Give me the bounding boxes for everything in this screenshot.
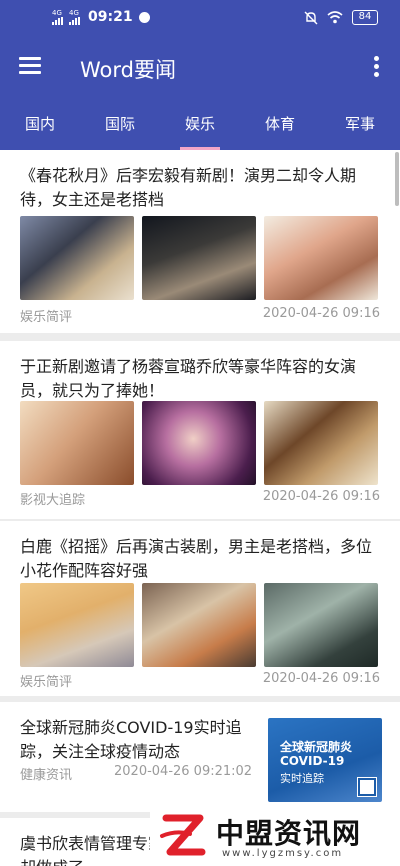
covid-tracker-thumbnail[interactable]: 全球新冠肺炎 COVID-19 实时追踪 — [268, 718, 382, 802]
thumbnail-text: COVID-19 — [280, 754, 345, 768]
news-feed[interactable]: 《春花秋月》后李宏毅有新剧！演男二却令人期待，女主还是老搭档 娱乐简评 2020… — [0, 150, 400, 866]
news-time: 2020-04-26 09:21:02 — [114, 764, 253, 779]
news-title[interactable]: 全球新冠肺炎COVID-19实时追踪，关注全球疫情动态 — [20, 716, 252, 764]
tab-sports[interactable]: 体育 — [240, 98, 320, 150]
watermark-title: 中盟资讯网 — [216, 817, 362, 850]
news-thumbnail[interactable] — [20, 401, 134, 485]
thumbnail-text: 实时追踪 — [280, 772, 324, 785]
news-title[interactable]: 白鹿《招摇》后再演古装剧，男主是老搭档，多位小花作配阵容好强 — [20, 535, 382, 583]
battery-indicator: 84 — [352, 10, 378, 25]
thumbnail-row — [20, 583, 378, 667]
thumbnail-row — [20, 401, 378, 485]
news-title[interactable]: 《春花秋月》后李宏毅有新剧！演男二却令人期待，女主还是老搭档 — [20, 164, 382, 212]
news-card[interactable]: 全球新冠肺炎COVID-19实时追踪，关注全球疫情动态 健康资讯 2020-04… — [0, 702, 400, 812]
scrollbar[interactable] — [395, 152, 399, 206]
news-thumbnail[interactable] — [142, 583, 256, 667]
qr-code-icon — [357, 777, 377, 797]
news-thumbnail[interactable] — [142, 401, 256, 485]
news-time: 2020-04-26 09:16 — [262, 306, 380, 321]
site-watermark: 中盟资讯网 www.lygzmsy.com — [150, 804, 400, 866]
tab-military[interactable]: 军事 — [320, 98, 400, 150]
signal-icon-2: 4G — [69, 8, 80, 25]
app-bar: Word要闻 — [0, 36, 400, 98]
watermark-url: www.lygzmsy.com — [222, 848, 344, 859]
network-label-2: 4G — [69, 8, 79, 17]
watermark-logo — [160, 814, 206, 856]
thumbnail-text: 全球新冠肺炎 — [280, 740, 353, 754]
signal-icon-1: 4G — [52, 8, 63, 25]
news-thumbnail[interactable] — [264, 216, 378, 300]
news-thumbnail[interactable] — [264, 583, 378, 667]
news-source: 影视大追踪 — [20, 493, 86, 508]
news-source: 健康资讯 — [20, 768, 73, 783]
status-time: 09:21 — [88, 9, 133, 25]
tab-entertainment[interactable]: 娱乐 — [160, 98, 240, 150]
news-thumbnail[interactable] — [264, 401, 378, 485]
status-left: 4G 4G 09:21 — [52, 9, 150, 25]
news-source: 娱乐简评 — [20, 675, 73, 690]
mute-bell-icon — [304, 11, 318, 24]
news-card[interactable]: 《春花秋月》后李宏毅有新剧！演男二却令人期待，女主还是老搭档 娱乐简评 2020… — [0, 150, 400, 333]
network-label-1: 4G — [52, 8, 62, 17]
category-tabs: 国内 国际 娱乐 体育 军事 — [0, 98, 400, 150]
wifi-icon — [327, 11, 343, 24]
news-time: 2020-04-26 09:16 — [262, 671, 380, 686]
news-title[interactable]: 于正新剧邀请了杨蓉宣璐乔欣等豪华阵容的女演员，就只为了捧她！ — [20, 355, 382, 403]
tab-domestic[interactable]: 国内 — [0, 98, 80, 150]
hamburger-menu-icon[interactable] — [19, 57, 41, 75]
app-title: Word要闻 — [80, 58, 176, 82]
tab-international[interactable]: 国际 — [80, 98, 160, 150]
news-card[interactable]: 于正新剧邀请了杨蓉宣璐乔欣等豪华阵容的女演员，就只为了捧她！ 影视大追踪 202… — [0, 341, 400, 519]
news-thumbnail[interactable] — [20, 216, 134, 300]
news-card[interactable]: 白鹿《招摇》后再演古装剧，男主是老搭档，多位小花作配阵容好强 娱乐简评 2020… — [0, 521, 400, 696]
news-time: 2020-04-26 09:16 — [262, 489, 380, 504]
news-thumbnail[interactable] — [142, 216, 256, 300]
thumbnail-row — [20, 216, 378, 300]
news-source: 娱乐简评 — [20, 310, 73, 325]
news-thumbnail[interactable] — [20, 583, 134, 667]
status-bar: 4G 4G 09:21 84 — [0, 0, 400, 36]
status-right: 84 — [304, 10, 378, 25]
notification-icon — [138, 11, 150, 23]
more-options-icon[interactable] — [372, 56, 380, 78]
